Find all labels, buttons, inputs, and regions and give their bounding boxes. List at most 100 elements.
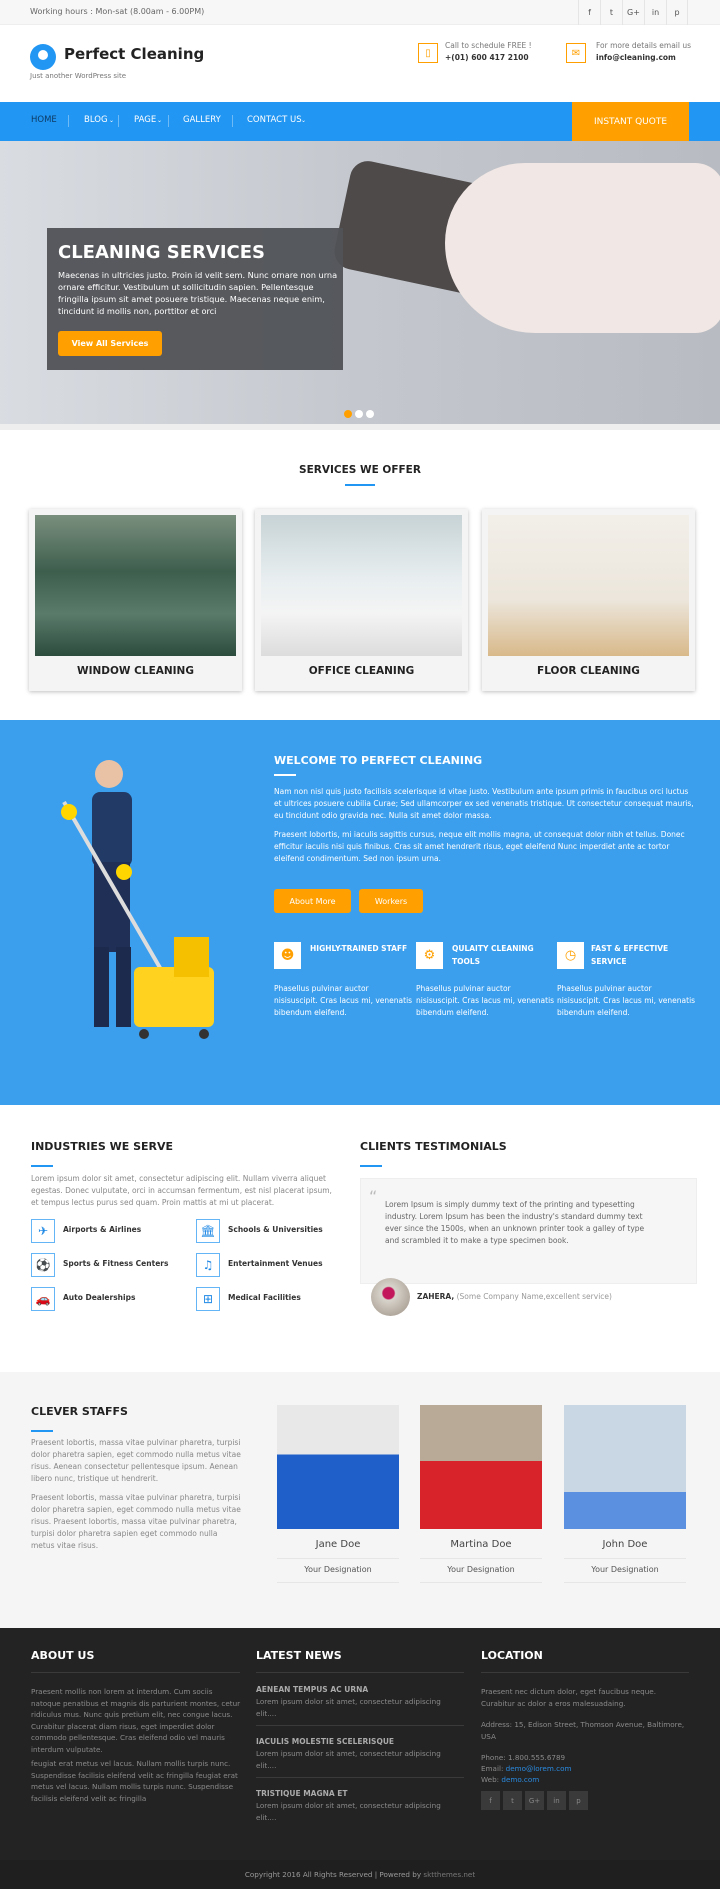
copyright-text: Copyright 2016 All Rights Reserved | Pow…	[244, 1870, 424, 1879]
about-text: Praesent mollis non lorem at interdum. C…	[31, 1687, 241, 1754]
hero-caption: CLEANING SERVICES Maecenas in ultricies …	[47, 228, 343, 370]
site-title[interactable]: Perfect Cleaning	[64, 45, 204, 63]
service-label: WINDOW CLEANING	[77, 665, 194, 677]
staffs-section: CLEVER STAFFS Praesent lobortis, massa v…	[0, 1372, 720, 1628]
web-label: Web:	[481, 1775, 500, 1784]
window-cleaning-image	[35, 515, 236, 656]
welcome-paragraph: Nam non nisl quis justo facilisis sceler…	[274, 787, 694, 820]
industry-item: Sports & Fitness Centers	[63, 1259, 169, 1268]
nav-blog[interactable]: BLOG	[84, 115, 108, 125]
nav-contact[interactable]: CONTACT US	[247, 115, 302, 125]
facebook-icon[interactable]: f	[578, 0, 600, 25]
client-credit: ZAHERA, (Some Company Name,excellent ser…	[417, 1292, 612, 1301]
nav-page[interactable]: PAGE	[134, 115, 156, 125]
google-plus-icon[interactable]: G+	[622, 0, 644, 25]
logo-icon[interactable]	[30, 44, 56, 70]
welcome-paragraph: Praesent lobortis, mi iaculis sagittis c…	[274, 830, 685, 863]
top-bar: Working hours : Mon-sat (8.00am - 6.00PM…	[0, 0, 720, 25]
email-label: Email:	[481, 1764, 504, 1773]
worker-image	[61, 760, 214, 1039]
service-card[interactable]: WINDOW CLEANING	[29, 509, 242, 691]
news-item-title[interactable]: IACULIS MOLESTIE SCELERISQUE	[256, 1737, 394, 1746]
location-text: Praesent nec dictum dolor, eget faucibus…	[481, 1687, 656, 1708]
email-address[interactable]: info@cleaning.com	[596, 53, 676, 62]
feature-title: FAST & EFFECTIVE SERVICE	[591, 944, 669, 966]
news-title: LATEST NEWS	[256, 1649, 342, 1662]
feature-title: QULAITY CLEANING TOOLS	[452, 944, 534, 966]
footer-web-link[interactable]: demo.com	[501, 1775, 539, 1784]
feature-title: HIGHLY-TRAINED STAFF	[310, 944, 408, 953]
pinterest-icon[interactable]: p	[569, 1791, 588, 1810]
footer-email-link[interactable]: demo@lorem.com	[506, 1764, 572, 1773]
call-label: Call to schedule FREE !	[445, 41, 532, 50]
working-hours: Working hours : Mon-sat (8.00am - 6.00PM…	[30, 7, 205, 16]
testimonial-text: Lorem Ipsum is simply dummy text of the …	[385, 1200, 645, 1245]
service-card[interactable]: OFFICE CLEANING	[255, 509, 468, 691]
linkedin-icon[interactable]: in	[644, 0, 666, 25]
music-icon: ♫	[196, 1253, 220, 1277]
slider-dot[interactable]	[355, 410, 363, 418]
hero-text: Maecenas in ultricies justo. Proin id ve…	[58, 270, 338, 316]
industry-item: Schools & Universities	[228, 1225, 323, 1234]
news-item-title[interactable]: AENEAN TEMPUS AC URNA	[256, 1685, 368, 1694]
phone-number: +(01) 600 417 2100	[445, 53, 529, 62]
staff-designation: Your Designation	[591, 1565, 659, 1574]
view-all-services-button[interactable]: View All Services	[58, 331, 162, 356]
location-title: LOCATION	[481, 1649, 543, 1662]
slider-dot[interactable]	[344, 410, 352, 418]
industry-item: Auto Dealerships	[63, 1293, 136, 1302]
client-avatar	[371, 1278, 410, 1316]
slider-dot[interactable]	[366, 410, 374, 418]
feature-text: Phasellus pulvinar auctor nisisuscipit. …	[557, 984, 696, 1017]
workers-button[interactable]: Workers	[359, 889, 423, 913]
staffs-title: CLEVER STAFFS	[31, 1405, 128, 1418]
nav-home[interactable]: HOME	[31, 115, 57, 125]
quote-icon: “	[369, 1187, 378, 1206]
social-links: f t G+ in p	[578, 0, 688, 25]
service-card[interactable]: FLOOR CLEANING	[482, 509, 695, 691]
feature-text: Phasellus pulvinar auctor nisisuscipit. …	[274, 984, 413, 1017]
facebook-icon[interactable]: f	[481, 1791, 500, 1810]
about-text: feugiat erat metus vel lacus. Nullam mol…	[31, 1759, 238, 1803]
twitter-icon[interactable]: t	[600, 0, 622, 25]
plane-icon: ✈	[31, 1219, 55, 1243]
about-more-button[interactable]: About More	[274, 889, 351, 913]
news-item-title[interactable]: TRISTIQUE MAGNA ET	[256, 1789, 348, 1798]
phone-icon: ▯	[418, 43, 438, 63]
staff-designation: Your Designation	[447, 1565, 515, 1574]
powered-by-link[interactable]: sktthemes.net	[423, 1870, 475, 1879]
nav-gallery[interactable]: GALLERY	[183, 115, 221, 125]
testimonial-box: “ Lorem Ipsum is simply dummy text of th…	[360, 1178, 697, 1284]
service-label: FLOOR CLEANING	[537, 665, 640, 677]
office-cleaning-image	[261, 515, 462, 656]
email-label: For more details email us	[596, 41, 692, 50]
industries-text: Lorem ipsum dolor sit amet, consectetur …	[31, 1174, 332, 1207]
twitter-icon[interactable]: t	[503, 1791, 522, 1810]
car-icon: 🚗	[31, 1287, 55, 1311]
medical-icon: ⊞	[196, 1287, 220, 1311]
hero-slider: CLEANING SERVICES Maecenas in ultricies …	[0, 141, 720, 424]
soccer-icon: ⚽	[31, 1253, 55, 1277]
bank-icon: 🏛	[196, 1219, 220, 1243]
welcome-title: WELCOME TO PERFECT CLEANING	[274, 754, 483, 767]
staff-designation: Your Designation	[304, 1565, 372, 1574]
pinterest-icon[interactable]: p	[666, 0, 688, 25]
slider-dots	[344, 410, 374, 418]
staff-photo	[564, 1405, 686, 1529]
client-name: ZAHERA,	[417, 1292, 455, 1301]
instant-quote-button[interactable]: INSTANT QUOTE	[572, 102, 689, 141]
footer: ABOUT US Praesent mollis non lorem at in…	[0, 1628, 720, 1860]
staff-photo	[420, 1405, 542, 1529]
client-company: (Some Company Name,excellent service)	[456, 1292, 612, 1301]
staff-name: Martina Doe	[450, 1539, 512, 1550]
staff-name: John Doe	[602, 1539, 648, 1550]
services-title: SERVICES WE OFFER	[299, 464, 421, 476]
staffs-paragraph: Praesent lobortis, massa vitae pulvinar …	[31, 1438, 241, 1483]
testimonials-title: CLIENTS TESTIMONIALS	[360, 1140, 507, 1153]
staffs-paragraph: Praesent lobortis, massa vitae pulvinar …	[31, 1493, 241, 1550]
about-title: ABOUT US	[31, 1649, 95, 1662]
linkedin-icon[interactable]: in	[547, 1791, 566, 1810]
footer-social: f t G+ in p	[481, 1791, 588, 1810]
google-plus-icon[interactable]: G+	[525, 1791, 544, 1810]
phone: Phone: 1.800.555.6789	[481, 1753, 566, 1762]
